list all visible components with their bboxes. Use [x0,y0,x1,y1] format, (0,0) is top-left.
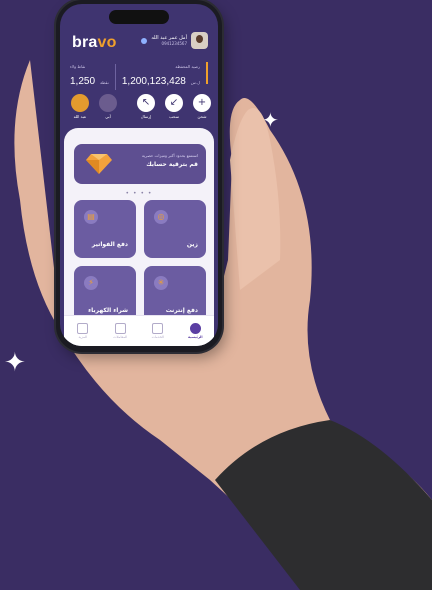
topup-button[interactable]: + شحن [192,94,212,119]
tile-label: زين [186,241,198,248]
points-label: نقاط ولاء [70,64,86,69]
wallet-balance: رصيد المحفظة ل.س 1,200,123,428 [122,64,200,90]
arrow-up-left-icon: ↖ [137,94,155,112]
top-bar: bravo أمل عمر عبد الله 0941234567 [60,26,218,66]
nav-transactions[interactable]: المعاملات [105,323,135,339]
logo-text-accent: vo [97,34,117,51]
tile-zain[interactable]: ◎ زين [144,200,206,258]
verified-badge-icon [141,37,148,44]
bill-icon: ▤ [84,210,98,224]
tile-label: شراء الكهرباء [88,307,128,314]
carousel-dots[interactable]: • • • • [60,190,218,197]
points-unit: نقطة [100,80,109,85]
plus-icon: + [193,94,211,112]
wallet-label: رصيد المحفظة [175,64,200,69]
phone-screen: bravo أمل عمر عبد الله 0941234567 نقاط و… [60,4,218,346]
grid-icon [152,323,164,334]
nav-label: الخدمات [151,335,164,339]
withdraw-label: سحب [169,114,179,119]
bottom-nav: المزيد المعاملات الخدمات الرئيسية [64,315,214,346]
send-button[interactable]: ↖ إرسال [136,94,156,119]
balances: نقاط ولاء 1,250 نقطة رصيد المحفظة ل.س 1,… [70,64,208,90]
document-icon [114,323,126,334]
send-label: إرسال [140,114,152,119]
internet-icon: ✳ [154,276,168,290]
user-phone: 0941234567 [161,41,187,46]
banner-subtitle: استمتع بحدود أكبر وميزات حصرية [141,153,198,158]
wallet-currency: ل.س [190,80,200,85]
home-icon [189,323,201,334]
bravo-logo: bravo [72,34,117,52]
points-value: 1,250 [70,76,96,87]
electricity-icon: ⚡ [84,276,98,290]
withdraw-button[interactable]: ↙ سحب [164,94,184,119]
tile-bills[interactable]: ▤ دفع الفواتير [74,200,136,258]
zain-icon: ◎ [154,210,168,224]
nav-home[interactable]: الرئيسية [180,323,210,339]
diamond-icon [86,154,112,174]
quick-actions: عبد الله أبي ↖ إرسال ↙ سحب + شحن [68,94,212,128]
banner-title: قم بترقية حسابك [146,161,198,168]
contact-label: عبد الله [73,114,87,119]
contact-father[interactable]: أبي [96,94,120,119]
contact-photo [99,94,117,112]
nav-label: المزيد [78,335,88,339]
nav-label: المعاملات [113,335,128,339]
contact-abdullah[interactable]: عبد الله [68,94,92,119]
phone-notch [109,10,169,24]
avatar[interactable] [191,32,208,49]
topup-label: شحن [197,114,207,119]
logo-text-main: bra [72,34,98,51]
nav-services[interactable]: الخدمات [143,323,173,339]
tile-label: دفع إنترنت [165,307,198,314]
user-profile[interactable]: أمل عمر عبد الله 0941234567 [141,32,208,49]
contact-label: أبي [105,114,111,119]
contact-photo [71,94,89,112]
points-balance: نقاط ولاء 1,250 نقطة [70,64,109,90]
arrow-down-left-icon: ↙ [165,94,183,112]
tile-label: دفع الفواتير [91,241,128,248]
wallet-value: 1,200,123,428 [121,76,186,87]
nav-label: الرئيسية [187,335,203,339]
balance-divider [114,64,116,90]
nav-more[interactable]: المزيد [68,323,98,339]
menu-icon [77,323,89,334]
upgrade-banner[interactable]: استمتع بحدود أكبر وميزات حصرية قم بترقية… [74,144,206,184]
